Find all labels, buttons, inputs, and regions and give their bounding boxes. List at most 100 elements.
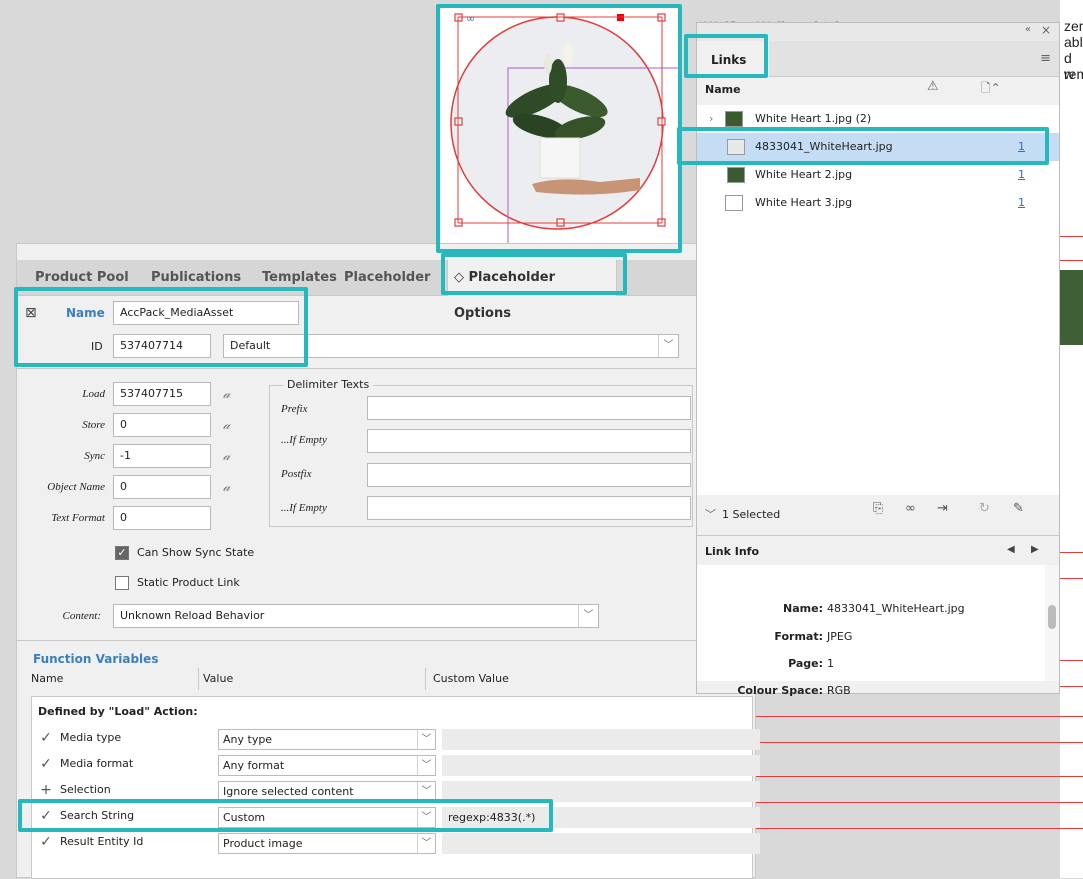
name-label: Name xyxy=(66,306,105,320)
diamond-icon: ◇ xyxy=(454,270,464,285)
content-dropdown[interactable]: Unknown Reload Behavior ﹀ xyxy=(113,604,599,628)
panel-tabs: Product Pool Publications Templates Plac… xyxy=(17,260,757,321)
name-input[interactable]: AccPack_MediaAsset xyxy=(113,301,299,325)
id-input[interactable]: 537407714 xyxy=(113,334,211,358)
chevron-down-icon: ﹀ xyxy=(578,605,598,627)
can-show-sync-checkbox[interactable]: ✓ xyxy=(115,546,129,560)
prefix-label: Prefix xyxy=(281,403,308,415)
tab-links[interactable]: Links xyxy=(697,41,769,77)
tab-templates[interactable]: Templates xyxy=(256,260,343,296)
list-item-selected[interactable]: 4833041_WhiteHeart.jpg 1 xyxy=(697,133,1059,161)
value-dropdown[interactable]: Any format ﹀ xyxy=(218,755,436,776)
custom-value-field[interactable] xyxy=(442,781,760,802)
object-name-input[interactable]: 0 xyxy=(113,475,211,499)
if-empty-input[interactable] xyxy=(367,429,691,453)
custom-value-field[interactable] xyxy=(442,729,760,750)
link-name: White Heart 2.jpg xyxy=(755,168,853,181)
page-sort-icon[interactable]: 🗋⌃ xyxy=(981,79,1001,100)
value-dropdown[interactable]: Product image ﹀ xyxy=(218,833,436,854)
image-frame[interactable]: ∞ xyxy=(440,6,680,251)
page-link[interactable]: 1 xyxy=(1018,133,1025,161)
page-link[interactable]: 1 xyxy=(1018,161,1025,189)
guide-line xyxy=(756,828,1083,829)
name-col-header[interactable]: Name xyxy=(705,83,741,96)
id-dropdown[interactable]: Default ﹀ xyxy=(223,334,679,358)
info-name-value: 4833041_WhiteHeart.jpg xyxy=(827,602,965,615)
prefix-input[interactable] xyxy=(367,396,691,420)
object-name-label: Object Name xyxy=(47,481,105,493)
selected-count: ﹀ 1 Selected xyxy=(705,506,780,522)
if-empty-postfix-input[interactable] xyxy=(367,496,691,520)
group-header: Defined by "Load" Action: xyxy=(38,705,198,718)
list-item[interactable]: White Heart 3.jpg 1 xyxy=(697,189,1059,217)
sync-label: Sync xyxy=(84,450,105,462)
links-tabbar: Links ≡ xyxy=(697,41,1059,77)
link-name: White Heart 3.jpg xyxy=(755,196,853,209)
custom-value-field[interactable] xyxy=(442,833,760,854)
value-dropdown[interactable]: Any type ﹀ xyxy=(218,729,436,750)
link-icon[interactable]: ∞ xyxy=(905,501,916,516)
table-row[interactable]: ✓ Media format Any format ﹀ xyxy=(32,753,760,777)
next-arrow-icon[interactable]: ▶ xyxy=(1031,544,1039,555)
check-icon: ✓ xyxy=(40,808,52,824)
store-input[interactable]: 0 xyxy=(113,413,211,437)
thumbnail xyxy=(725,111,743,127)
static-product-link-checkbox[interactable] xyxy=(115,576,129,590)
value-text: Custom xyxy=(223,811,266,824)
update-link-icon[interactable]: ↻ xyxy=(979,501,990,516)
table-row[interactable]: ✓ Search String Custom ﹀ regexp:4833(.*) xyxy=(32,805,760,829)
table-row[interactable]: ✓ Result Entity Id Product image ﹀ xyxy=(32,831,760,855)
list-item[interactable]: White Heart 2.jpg 1 xyxy=(697,161,1059,189)
custom-value-field[interactable] xyxy=(442,755,760,776)
store-label: Store xyxy=(82,419,105,431)
chevron-down-icon[interactable]: ﹀ xyxy=(705,508,716,521)
tab-placeholder-options[interactable]: ◇ Placeholder Options xyxy=(447,260,617,321)
links-panel: « × Links ≡ Name ⚠ 🗋⌃ › White Heart 1.jp… xyxy=(696,22,1060,697)
info-colour-label: Colour Space: xyxy=(737,684,823,697)
table-row[interactable]: ✓ Media type Any type ﹀ xyxy=(32,727,760,751)
prev-arrow-icon[interactable]: ◀ xyxy=(1007,544,1015,555)
row-name: Result Entity Id xyxy=(60,835,144,848)
script-icon[interactable]: 𝒶 xyxy=(223,417,230,433)
goto-link-icon[interactable]: ⇥ xyxy=(937,501,948,516)
scrollbar[interactable] xyxy=(1045,565,1059,681)
close-icon[interactable]: × xyxy=(1041,23,1051,37)
warning-icon[interactable]: ⚠ xyxy=(927,79,939,94)
load-input[interactable]: 537407715 xyxy=(113,382,211,406)
value-dropdown[interactable]: Ignore selected content ﹀ xyxy=(218,781,436,802)
scrollbar-thumb[interactable] xyxy=(1048,605,1056,629)
script-icon[interactable]: 𝒶 xyxy=(223,386,230,402)
load-label: Load xyxy=(82,388,105,400)
menu-icon[interactable]: ≡ xyxy=(1040,51,1051,66)
postfix-input[interactable] xyxy=(367,463,691,487)
guide-line xyxy=(756,802,1083,803)
link-info-title: Link Info xyxy=(705,545,760,558)
col-value-header[interactable]: Value xyxy=(203,672,233,685)
link-name: White Heart 1.jpg (2) xyxy=(755,112,872,125)
tab-publications[interactable]: Publications xyxy=(145,260,247,296)
collapse-icon[interactable]: « xyxy=(1025,24,1031,35)
thumbnail xyxy=(727,139,745,155)
info-format-label: Format: xyxy=(774,630,823,643)
if-empty-label: ...If Empty xyxy=(281,434,327,446)
edit-original-icon[interactable]: ✎ xyxy=(1013,501,1024,516)
value-dropdown[interactable]: Custom ﹀ xyxy=(218,807,436,828)
list-item[interactable]: › White Heart 1.jpg (2) xyxy=(697,105,1059,133)
relink-cc-icon[interactable]: ⎘ xyxy=(873,501,883,516)
divider xyxy=(697,535,1059,536)
script-icon[interactable]: 𝒶 xyxy=(223,448,230,464)
tab-placeholder[interactable]: Placeholder xyxy=(338,260,436,296)
page-link[interactable]: 1 xyxy=(1018,189,1025,217)
close-icon[interactable]: ⊠ xyxy=(25,305,37,321)
col-name-header[interactable]: Name xyxy=(31,672,63,685)
sync-input[interactable]: -1 xyxy=(113,444,211,468)
chevron-down-icon: ﹀ xyxy=(417,756,435,775)
col-custom-header[interactable]: Custom Value xyxy=(433,672,509,685)
custom-value-field[interactable]: regexp:4833(.*) xyxy=(442,807,760,828)
chevron-right-icon[interactable]: › xyxy=(709,105,713,133)
tab-product-pool[interactable]: Product Pool xyxy=(29,260,135,296)
text-format-input[interactable]: 0 xyxy=(113,506,211,530)
table-row[interactable]: + Selection Ignore selected content ﹀ xyxy=(32,779,760,803)
script-icon[interactable]: 𝒶 xyxy=(223,479,230,495)
doc-image-fragment xyxy=(1060,270,1083,345)
